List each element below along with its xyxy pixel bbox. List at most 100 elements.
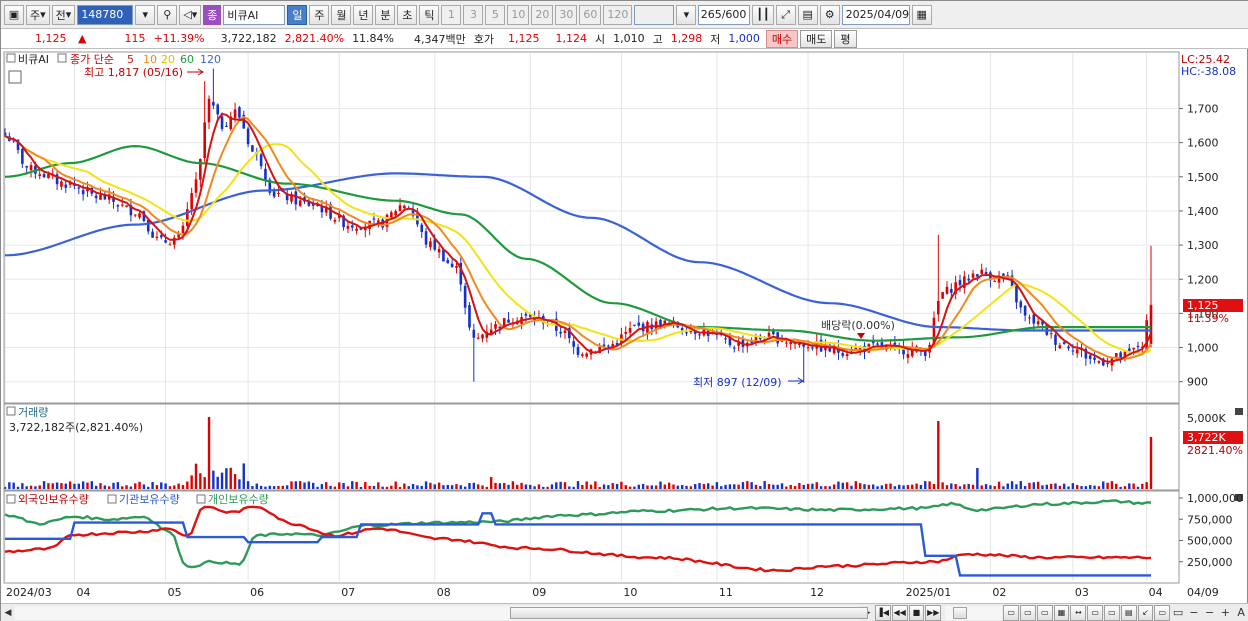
stock-name-field[interactable]: 비큐AI	[223, 4, 286, 25]
volume-bar	[368, 485, 371, 489]
layout-10-icon[interactable]: ▭	[1154, 604, 1171, 621]
dash-icon[interactable]: −	[1202, 605, 1218, 621]
custom-interval-dropdown-icon[interactable]: ▾	[676, 4, 697, 25]
chart-canvas[interactable]: 비큐AI 종가 단순 5 10 20 60 120 최고 1,817 (05/1…	[1, 51, 1248, 603]
volume-bar	[993, 486, 996, 489]
volume-bar	[1145, 482, 1148, 489]
layout-5-icon[interactable]: ↔	[1070, 604, 1087, 621]
minute-option-3[interactable]: 3	[463, 4, 484, 25]
first-page-icon[interactable]: ▐◀	[874, 604, 891, 621]
save-icon[interactable]: ▤	[797, 4, 818, 25]
eval-button[interactable]: 평	[834, 29, 857, 48]
draw-tool-icon[interactable]: ⤢	[775, 4, 796, 25]
price-tick-label: 1,300	[1187, 239, 1219, 252]
interval-day[interactable]: 일	[287, 4, 308, 25]
layout-6-icon[interactable]: ▭	[1087, 604, 1104, 621]
interval-week[interactable]: 주	[309, 4, 330, 25]
institution-menu-icon[interactable]	[107, 494, 117, 504]
volume-bar	[1110, 481, 1114, 489]
interval-tick[interactable]: 틱	[419, 4, 440, 25]
individual-menu-icon[interactable]	[196, 494, 206, 504]
interval-month[interactable]: 월	[331, 4, 352, 25]
scroll-track[interactable]	[14, 605, 868, 620]
volume-menu-icon[interactable]	[6, 406, 16, 416]
minute-option-30[interactable]: 30	[555, 4, 578, 25]
zoom-track[interactable]	[945, 605, 1003, 620]
ma-menu-icon[interactable]	[57, 53, 67, 63]
volume-bar	[503, 482, 506, 489]
gear-icon[interactable]: ⚙	[819, 4, 840, 25]
volume-close-icon[interactable]	[1235, 408, 1243, 415]
plus-icon[interactable]: +	[1218, 605, 1234, 621]
minus-icon[interactable]: −	[1186, 605, 1202, 621]
layout-4-icon[interactable]: ▦	[1053, 604, 1070, 621]
layout-9-icon[interactable]: ↙	[1137, 604, 1154, 621]
scroll-left-icon[interactable]: ◀	[1, 605, 15, 621]
layout-8-icon[interactable]: ▤	[1120, 604, 1137, 621]
chart-area[interactable]: 비큐AI 종가 단순 5 10 20 60 120 최고 1,817 (05/1…	[1, 51, 1248, 603]
volume-bar	[646, 485, 649, 489]
volume-bar	[320, 484, 324, 489]
volume-bar	[724, 484, 727, 489]
volume-bar	[594, 481, 597, 489]
last-price-tag-text: 1,125	[1187, 299, 1219, 312]
interval-minute[interactable]: 분	[375, 4, 396, 25]
data-count-input[interactable]: 265/600	[698, 4, 751, 25]
layout-1-icon[interactable]: ▭	[1003, 604, 1020, 621]
volume-bar	[1010, 481, 1014, 489]
scroll-thumb[interactable]	[509, 606, 868, 619]
low-value: 1,000	[728, 32, 760, 45]
candle-body	[463, 285, 467, 308]
candle-body	[524, 314, 528, 316]
ma60-label: 60	[180, 53, 194, 66]
search-icon[interactable]: ⚲	[157, 4, 178, 25]
volume-bar	[173, 485, 176, 489]
font-size-icon[interactable]: A	[1233, 605, 1248, 621]
minute-option-1[interactable]: 1	[441, 4, 462, 25]
period-select[interactable]: 전 ▾	[51, 4, 76, 25]
code-dropdown-icon[interactable]: ▾	[135, 4, 156, 25]
buy-button[interactable]: 매수	[765, 29, 799, 48]
crosshair-icon[interactable]: ▭	[1170, 605, 1186, 621]
minute-option-20[interactable]: 20	[531, 4, 554, 25]
layout-7-icon[interactable]: ▭	[1104, 604, 1120, 621]
high-label: 고	[652, 32, 663, 46]
layout-2-icon[interactable]: ▭	[1020, 604, 1036, 621]
next-page-icon[interactable]: ▶▶	[925, 604, 942, 621]
volume-bar	[459, 485, 462, 489]
candle-body	[212, 101, 215, 106]
custom-interval-input[interactable]	[634, 4, 675, 25]
layout-3-icon[interactable]: ▭	[1036, 604, 1053, 621]
volume-panel-frame	[3, 403, 1180, 491]
minute-option-60[interactable]: 60	[579, 4, 602, 25]
volume-bar	[633, 486, 636, 489]
stock-code-input[interactable]: 148780	[77, 4, 134, 25]
prev-page-icon[interactable]: ◀◀	[891, 604, 908, 621]
interval-second[interactable]: 초	[397, 4, 418, 25]
zoom-thumb[interactable]	[953, 606, 968, 619]
candle-body	[572, 341, 575, 347]
interval-year[interactable]: 년	[353, 4, 374, 25]
panel-menu-icon[interactable]	[6, 53, 16, 63]
volume-bar	[112, 482, 115, 489]
calendar-icon[interactable]: ▦	[911, 4, 932, 25]
minute-option-120[interactable]: 120	[603, 4, 633, 25]
foreign-menu-icon[interactable]	[6, 494, 16, 504]
minute-option-10[interactable]: 10	[507, 4, 530, 25]
candle-style-icon[interactable]: ┃┃	[752, 4, 774, 25]
holding-tick-label: 500,000	[1187, 535, 1233, 548]
candle-body	[372, 218, 376, 220]
candle-body	[993, 281, 997, 283]
chart-settings-icon[interactable]: ▣	[4, 4, 24, 25]
sell-button[interactable]: 매도	[800, 29, 833, 48]
volume-bar	[845, 482, 849, 489]
volume-bar	[559, 481, 562, 489]
candle-body	[277, 193, 280, 195]
grid-toggle-icon[interactable]	[8, 70, 22, 84]
speaker-icon[interactable]: ◁▾	[179, 4, 202, 25]
stop-icon[interactable]: ■	[908, 604, 925, 621]
minute-option-5[interactable]: 5	[485, 4, 506, 25]
candle-body	[60, 181, 63, 187]
date-input[interactable]: 2025/04/09	[841, 4, 910, 25]
type-select[interactable]: 주 ▾	[26, 4, 50, 25]
